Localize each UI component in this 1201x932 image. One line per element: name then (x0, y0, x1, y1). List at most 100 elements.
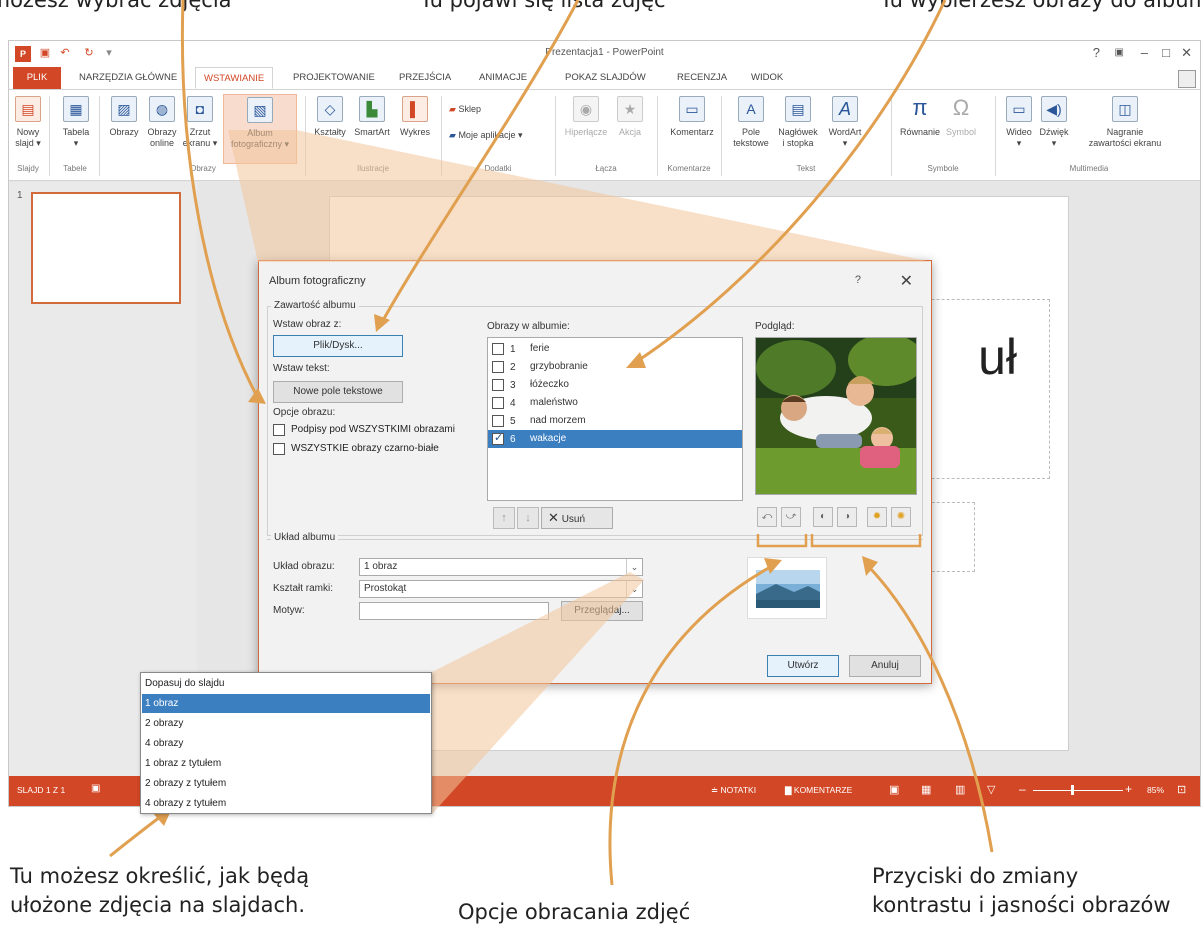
store-label: Sklep (458, 104, 481, 114)
rotate-left-icon[interactable]: ⤺ (757, 507, 777, 527)
spellcheck-icon[interactable]: ▣ (91, 783, 100, 794)
fit-slide-icon[interactable]: ⊡ (1177, 783, 1186, 796)
tab-design[interactable]: PROJEKTOWANIE (285, 67, 383, 89)
maximize-icon[interactable]: □ (1162, 45, 1170, 60)
video-button[interactable]: ▭ Wideo ▾ (1003, 96, 1035, 149)
reading-view-icon[interactable]: ▥ (955, 783, 965, 796)
help-icon[interactable]: ? (1093, 45, 1100, 60)
picture-checkbox[interactable] (492, 415, 504, 427)
list-item[interactable]: 2 grzybobranie (488, 358, 742, 376)
action-button[interactable]: ★ Akcja (613, 96, 647, 138)
user-avatar[interactable] (1178, 70, 1196, 88)
chevron-down-icon[interactable]: ⌄ (626, 559, 642, 575)
hyperlink-button[interactable]: ◉ Hiperłącze (561, 96, 611, 138)
tab-insert[interactable]: WSTAWIANIE (195, 67, 274, 89)
chevron-down-icon[interactable]: ⌄ (626, 581, 642, 597)
table-button[interactable]: ▦ Tabela ▾ (59, 96, 93, 149)
tab-animations[interactable]: ANIMACJE (471, 67, 535, 89)
dropdown-option[interactable]: 2 obrazy z tytułem (142, 774, 430, 793)
top-caption-right: Tu wybierzesz obrazy do albumu (880, 0, 1201, 12)
move-down-button[interactable]: ↓ (517, 507, 539, 529)
zoom-out-icon[interactable]: – (1019, 782, 1026, 796)
screenshot-button[interactable]: ◘ Zrzut ekranu ▾ (181, 96, 219, 149)
symbol-button[interactable]: Ω Symbol (943, 96, 979, 138)
wordart-button[interactable]: A WordArt ▾ (825, 96, 865, 149)
picture-checkbox[interactable] (492, 431, 504, 445)
top-captions: Tu możesz wybrać zdjęcia Tu pojawi się l… (0, 0, 1201, 20)
ribbon-display-icon[interactable]: ▣ (1115, 47, 1124, 58)
comments-button[interactable]: ▇ KOMENTARZE (785, 785, 852, 796)
brightness-increase-icon[interactable]: ✹ (867, 507, 887, 527)
comment-label: Komentarz (670, 127, 714, 137)
zoom-slider-knob[interactable] (1071, 785, 1074, 795)
list-item[interactable]: 4 maleństwo (488, 394, 742, 412)
contrast-decrease-icon[interactable]: ◑ (837, 507, 857, 527)
close-icon[interactable]: ✕ (1181, 45, 1192, 61)
move-up-button[interactable]: ↑ (493, 507, 515, 529)
online-pictures-button[interactable]: ◍ Obrazy online (143, 96, 181, 149)
pictures-list[interactable]: 1 ferie 2 grzybobranie 3 łóżeczko 4 maleństw… (487, 337, 743, 501)
slide-sorter-icon[interactable]: ▦ (921, 783, 931, 796)
contrast-increase-icon[interactable]: ◐ (813, 507, 833, 527)
black-white-checkbox[interactable] (273, 443, 285, 455)
picture-layout-select[interactable]: 1 obraz ⌄ (359, 558, 643, 576)
create-button[interactable]: Utwórz (767, 655, 839, 677)
frame-shape-select[interactable]: Prostokąt ⌄ (359, 580, 643, 598)
photo-preview (755, 337, 917, 495)
shapes-button[interactable]: ◇ Kształty (313, 96, 347, 138)
tab-review[interactable]: RECENZJA (669, 67, 735, 89)
zoom-in-icon[interactable]: + (1125, 782, 1132, 796)
tab-slideshow[interactable]: POKAZ SLAJDÓW (557, 67, 654, 89)
chart-button[interactable]: ▌ Wykres (397, 96, 433, 138)
photo-album-button[interactable]: ▧ Album fotograficzny ▾ (223, 94, 297, 164)
my-apps-button[interactable]: ▰ Moje aplikacje ▾ (449, 130, 522, 141)
list-item-selected[interactable]: 6 wakacje (488, 430, 742, 448)
dropdown-option[interactable]: 2 obrazy (142, 714, 430, 733)
picture-checkbox[interactable] (492, 397, 504, 409)
dropdown-option[interactable]: 1 obraz z tytułem (142, 754, 430, 773)
zoom-slider-track[interactable] (1033, 790, 1123, 791)
tab-home[interactable]: NARZĘDZIA GŁÓWNE (71, 67, 185, 89)
picture-checkbox[interactable] (492, 361, 504, 373)
new-textbox-button[interactable]: Nowe pole tekstowe (273, 381, 403, 403)
tab-view[interactable]: WIDOK (743, 67, 791, 89)
list-item[interactable]: 3 łóżeczko (488, 376, 742, 394)
minimize-icon[interactable]: – (1141, 45, 1148, 60)
dropdown-option[interactable]: 4 obrazy z tytułem (142, 794, 430, 813)
layout-dropdown-list[interactable]: Dopasuj do slajdu 1 obraz 2 obrazy 4 obr… (140, 672, 432, 814)
dialog-help-icon[interactable]: ? (855, 274, 861, 286)
picture-checkbox[interactable] (492, 343, 504, 355)
picture-checkbox[interactable] (492, 379, 504, 391)
slideshow-icon[interactable]: ▽ (987, 783, 995, 796)
store-button[interactable]: ▰ Sklep (449, 104, 481, 115)
remove-button[interactable]: ✕ Usuń (541, 507, 613, 529)
dropdown-option-selected[interactable]: 1 obraz (142, 694, 430, 713)
notes-button[interactable]: ≐ NOTATKI (711, 785, 756, 796)
screen-recording-button[interactable]: ◫ Nagranie zawartości ekranu (1079, 96, 1171, 149)
zoom-level[interactable]: 85% (1147, 785, 1164, 795)
tab-transitions[interactable]: PRZEJŚCIA (391, 67, 459, 89)
textbox-button[interactable]: A Pole tekstowe (729, 96, 773, 149)
brightness-decrease-icon[interactable]: ✺ (891, 507, 911, 527)
tab-file[interactable]: PLIK (13, 67, 61, 89)
dropdown-option[interactable]: 4 obrazy (142, 734, 430, 753)
audio-button[interactable]: ◀) Dźwięk ▾ (1037, 96, 1071, 149)
rotate-right-icon[interactable]: ⤻ (781, 507, 801, 527)
equation-button[interactable]: π Równanie (897, 96, 943, 138)
dialog-close-icon[interactable]: ✕ (900, 271, 913, 291)
pictures-button[interactable]: ▨ Obrazy (107, 96, 141, 138)
slide-thumbnail[interactable] (31, 192, 181, 304)
captions-checkbox[interactable] (273, 424, 285, 436)
file-disk-button[interactable]: Plik/Dysk... (273, 335, 403, 357)
list-item[interactable]: 5 nad morzem (488, 412, 742, 430)
comment-button[interactable]: ▭ Komentarz (667, 96, 717, 138)
cancel-button[interactable]: Anuluj (849, 655, 921, 677)
theme-input[interactable] (359, 602, 549, 620)
list-item[interactable]: 1 ferie (488, 340, 742, 358)
dropdown-option[interactable]: Dopasuj do slajdu (142, 674, 430, 693)
new-slide-button[interactable]: ▤ Nowy slajd ▾ (11, 96, 45, 149)
browse-button[interactable]: Przeglądaj... (561, 601, 643, 621)
header-footer-button[interactable]: ▤ Nagłówek i stopka (773, 96, 823, 149)
normal-view-icon[interactable]: ▣ (889, 783, 899, 796)
smartart-button[interactable]: ▙ SmartArt (349, 96, 395, 138)
